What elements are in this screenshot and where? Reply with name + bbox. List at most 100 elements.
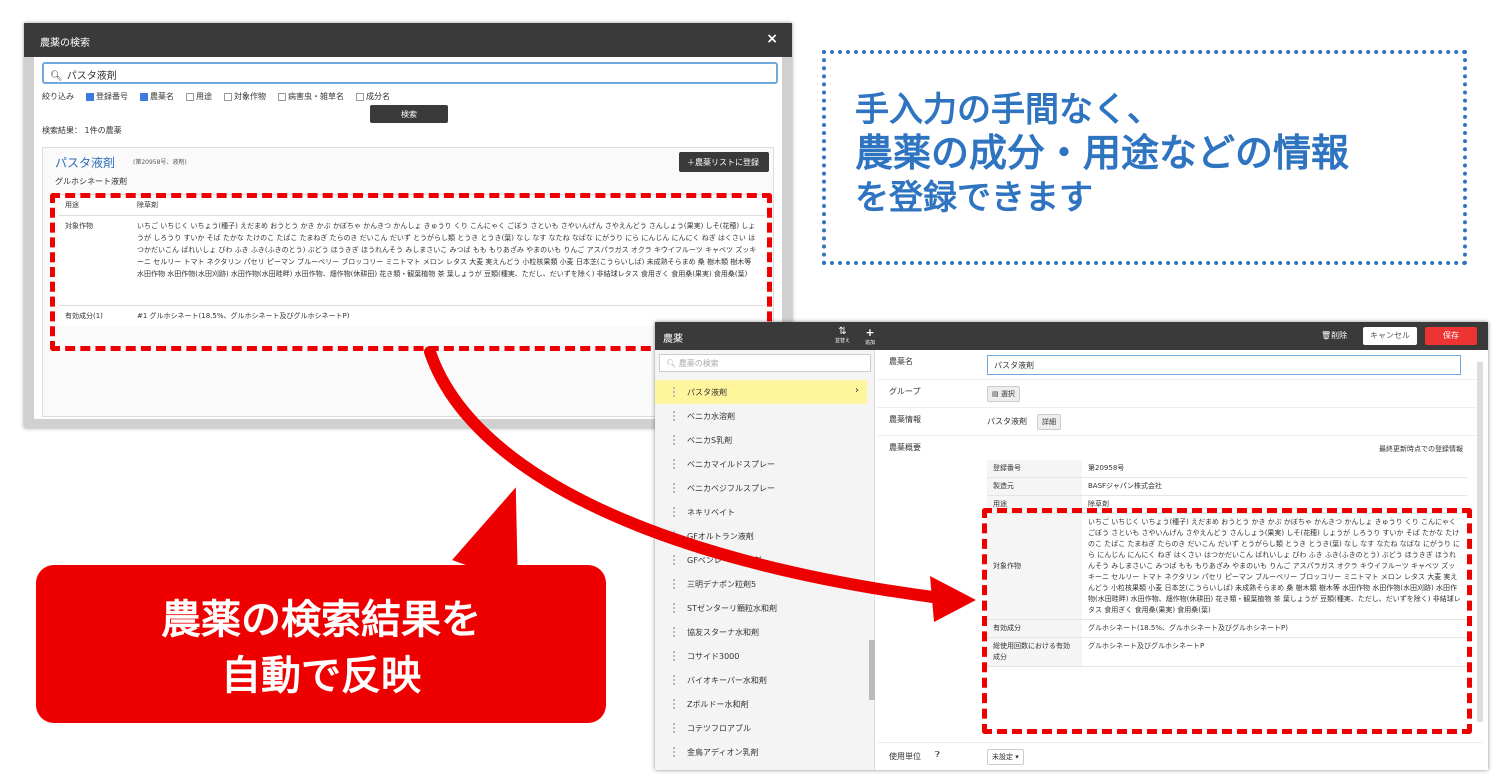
filter-label: 絞り込み: [42, 92, 74, 101]
drag-handle-icon[interactable]: [673, 699, 678, 709]
drag-handle-icon[interactable]: [673, 411, 678, 421]
drag-handle-icon[interactable]: [673, 723, 678, 733]
sidebar-item[interactable]: ベニカベジフルスプレー: [655, 476, 867, 500]
search-input-value: パスタ液剤: [66, 71, 117, 82]
drag-handle-icon[interactable]: [673, 459, 678, 469]
info-callout-text: 手入力の手間なく、 農薬の成分・用途などの情報 を登録できます: [855, 91, 1350, 217]
form-row-unit: 使用単位 ❓︎ 未設定 ▾: [877, 742, 1483, 770]
sort-button[interactable]: ⇅ 並替え: [835, 326, 850, 344]
checkbox-icon[interactable]: [356, 92, 364, 101]
form-row-name: 農薬名 パスタ液剤: [877, 350, 1483, 380]
sidebar-item[interactable]: ベニカマイルドスプレー: [655, 452, 867, 476]
sidebar-item[interactable]: GFベンレート水和剤: [655, 548, 867, 572]
sidebar-item[interactable]: STゼンターリ顆粒水和剤: [655, 596, 867, 620]
sort-icon: ⇅: [838, 326, 847, 337]
group-select-button[interactable]: ▤ 選択: [987, 386, 1020, 402]
sidebar-item[interactable]: バイオキーパー水和剤: [655, 668, 867, 692]
sidebar-item[interactable]: 協友スターナ水和剤: [655, 620, 867, 644]
drag-handle-icon[interactable]: [673, 651, 678, 661]
form-row-info: 農薬情報 パスタ液剤 詳細: [877, 408, 1483, 436]
detail-button[interactable]: 詳細: [1037, 414, 1061, 430]
field-label: 農薬概要: [889, 443, 921, 452]
sidebar-item[interactable]: ネキリベイト: [655, 500, 867, 524]
caret-down-icon: ▾: [1015, 753, 1019, 761]
drag-handle-icon[interactable]: [673, 507, 678, 517]
row-key: 製造元: [987, 477, 1082, 496]
form-row-summary: 農薬概要 最終更新時点での登録情報: [877, 436, 1483, 456]
filter-usage[interactable]: 用途: [186, 91, 212, 102]
reg-header: 農薬 ⇅ 並替え + 追加 🗑︎削除 キャンセル 保存: [655, 322, 1488, 350]
result-callout-text: 農薬の検索結果を 自動で反映: [161, 598, 481, 698]
sidebar-item[interactable]: コテツフロアブル: [655, 716, 867, 740]
checkbox-icon[interactable]: [278, 92, 286, 101]
ingredient-label: グルホシネート液剤: [55, 177, 127, 186]
row-value: BASFジャパン株式会社: [1082, 477, 1467, 496]
main-scrollbar[interactable]: [1477, 362, 1483, 722]
pesticide-name-field[interactable]: パスタ液剤: [987, 355, 1461, 375]
checkbox-icon[interactable]: [186, 92, 194, 101]
drag-handle-icon[interactable]: [673, 747, 678, 757]
sidebar-item[interactable]: 金鳥アディオン乳剤: [655, 740, 867, 764]
sidebar-item[interactable]: コサイド3000: [655, 644, 867, 668]
modal-title: 農薬の検索: [24, 23, 792, 57]
sidebar-item[interactable]: ベニカS乳剤: [655, 428, 867, 452]
add-to-list-button[interactable]: ＋農薬リストに登録: [679, 152, 769, 172]
filter-ingredient[interactable]: 成分名: [356, 91, 390, 102]
field-label: 使用単位: [889, 752, 921, 761]
unit-select[interactable]: 未設定 ▾: [987, 749, 1024, 765]
row-key: 登録番号: [987, 460, 1082, 478]
search-icon: 🔍︎: [666, 359, 679, 368]
drag-handle-icon[interactable]: [673, 555, 678, 565]
table-row: 登録番号 第20958号: [987, 460, 1467, 478]
sidebar-search-input[interactable]: 🔍︎ 農薬の検索: [659, 354, 871, 372]
sidebar-item[interactable]: Zボルドー水和剤: [655, 692, 867, 716]
highlight-box-reflected-info: [982, 508, 1472, 734]
filter-row: 絞り込み 登録番号 農薬名 用途 対象作物 病害虫・雑草名 成分名: [42, 91, 390, 102]
sidebar-item[interactable]: GFオルトラン液剤: [655, 524, 867, 548]
filter-target-crop[interactable]: 対象作物: [224, 91, 266, 102]
plus-icon: +: [865, 326, 875, 339]
list-icon: ▤: [992, 390, 1001, 398]
pesticide-sidebar: 🔍︎ 農薬の検索 パスタ液剤 › ベニカ水溶剤 ベニカS乳剤 ベニカマイルドスプレ…: [655, 350, 875, 770]
field-label: 農薬名: [889, 357, 913, 366]
checkbox-icon[interactable]: [86, 92, 94, 101]
drag-handle-icon[interactable]: [673, 603, 678, 613]
chevron-right-icon: ›: [855, 385, 859, 396]
reg-title: 農薬: [663, 334, 683, 345]
drag-handle-icon[interactable]: [673, 531, 678, 541]
checkbox-icon[interactable]: [224, 92, 232, 101]
result-subtitle: (第20958号、液剤): [133, 159, 187, 166]
search-button[interactable]: 検索: [370, 105, 448, 123]
filter-pest-name[interactable]: 病害虫・雑草名: [278, 91, 344, 102]
filter-pesticide-name[interactable]: 農薬名: [140, 91, 174, 102]
sidebar-scrollbar[interactable]: [869, 640, 875, 700]
search-icon: 🔍︎: [50, 71, 63, 82]
trash-icon: 🗑︎: [1321, 331, 1332, 340]
cancel-button[interactable]: キャンセル: [1363, 327, 1417, 345]
field-label: グループ: [889, 387, 921, 396]
drag-handle-icon[interactable]: [673, 675, 678, 685]
filter-registration-number[interactable]: 登録番号: [86, 91, 128, 102]
drag-handle-icon[interactable]: [673, 483, 678, 493]
close-icon[interactable]: ×: [766, 31, 778, 47]
result-count: 検索結果： 1件の農薬: [42, 126, 122, 135]
table-row: 製造元 BASFジャパン株式会社: [987, 477, 1467, 496]
help-icon[interactable]: ❓︎: [935, 750, 940, 760]
checkbox-icon[interactable]: [140, 92, 148, 101]
sidebar-item[interactable]: ベニカ水溶剤: [655, 404, 867, 428]
sidebar-item[interactable]: パスタ液剤 ›: [655, 380, 867, 404]
search-input[interactable]: 🔍︎ パスタ液剤: [42, 62, 778, 84]
form-row-group: グループ ▤ 選択: [877, 380, 1483, 408]
drag-handle-icon[interactable]: [673, 627, 678, 637]
drag-handle-icon[interactable]: [673, 435, 678, 445]
summary-note: 最終更新時点での登録情報: [1379, 445, 1463, 453]
drag-handle-icon[interactable]: [673, 579, 678, 589]
field-label: 農薬情報: [889, 415, 921, 424]
save-button[interactable]: 保存: [1425, 327, 1477, 345]
result-name-link[interactable]: パスタ液剤: [55, 154, 115, 171]
sidebar-item[interactable]: 三明デナポン粒剤5: [655, 572, 867, 596]
add-button[interactable]: + 追加: [865, 326, 875, 346]
drag-handle-icon[interactable]: [673, 387, 678, 397]
delete-button[interactable]: 🗑︎削除: [1321, 330, 1347, 341]
row-value: 第20958号: [1082, 460, 1467, 478]
